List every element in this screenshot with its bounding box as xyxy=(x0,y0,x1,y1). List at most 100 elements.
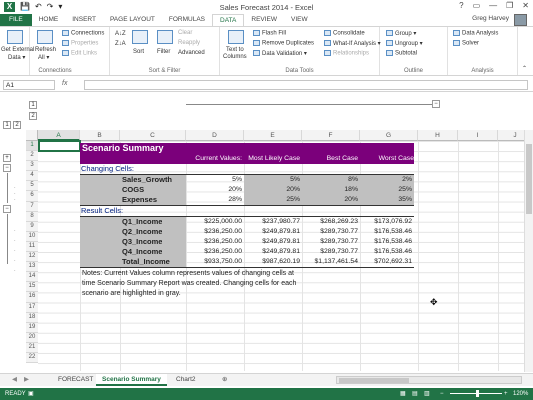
row-group-5-8-collapse[interactable]: − xyxy=(3,164,11,172)
column-header-i[interactable]: I xyxy=(458,130,498,141)
row-outline-level-2[interactable]: 2 xyxy=(29,112,37,120)
sort-button[interactable]: Sort xyxy=(133,49,144,55)
close-icon[interactable]: ✕ xyxy=(522,1,529,10)
col-outline-level-2[interactable]: 2 xyxy=(13,121,21,129)
row-header[interactable]: 13 xyxy=(26,262,38,273)
consolidate-button[interactable]: Consolidate xyxy=(324,30,365,37)
vertical-scroll-thumb[interactable] xyxy=(526,144,532,214)
insert-function-icon[interactable]: fx xyxy=(62,80,67,87)
refresh-all-dropdown[interactable]: All ▾ xyxy=(38,54,49,61)
zoom-level[interactable]: 120% xyxy=(513,388,528,400)
tab-file[interactable]: FILE xyxy=(0,14,32,26)
data-validation-button[interactable]: Data Validation ▾ xyxy=(253,50,307,57)
data-analysis-button[interactable]: Data Analysis xyxy=(453,30,498,37)
sheet-tab-forecast[interactable]: FORECAST xyxy=(52,374,99,386)
refresh-all-button[interactable]: Refresh xyxy=(35,47,56,53)
page-break-view-icon[interactable]: ▥ xyxy=(424,388,430,400)
tab-home[interactable]: HOME xyxy=(32,14,66,26)
ungroup-button[interactable]: Ungroup ▾ xyxy=(386,40,423,47)
minimize-icon[interactable]: — xyxy=(489,1,497,10)
column-header-d[interactable]: D xyxy=(186,130,244,141)
restore-icon[interactable]: ❐ xyxy=(506,1,513,10)
tab-formulas[interactable]: FORMULAS xyxy=(162,14,212,26)
tab-insert[interactable]: INSERT xyxy=(65,14,103,26)
zoom-out-icon[interactable]: − xyxy=(440,388,444,400)
column-header-e[interactable]: E xyxy=(244,130,302,141)
row-header[interactable]: 18 xyxy=(26,312,38,323)
relationships-button[interactable]: Relationships xyxy=(324,50,369,57)
row-header[interactable]: 5 xyxy=(26,181,38,192)
solver-button[interactable]: Solver xyxy=(453,40,479,47)
remove-duplicates-button[interactable]: Remove Duplicates xyxy=(253,40,314,47)
clear-button[interactable]: Clear xyxy=(178,30,192,36)
reapply-button[interactable]: Reapply xyxy=(178,40,200,46)
col-outline-level-1[interactable]: 1 xyxy=(3,121,11,129)
row-header[interactable]: 8 xyxy=(26,211,38,222)
horizontal-scrollbar[interactable] xyxy=(336,376,522,384)
vertical-scrollbar[interactable] xyxy=(524,130,533,372)
row-header[interactable]: 3 xyxy=(26,161,38,172)
column-header-b[interactable]: B xyxy=(80,130,120,141)
edit-links-button[interactable]: Edit Links xyxy=(62,50,97,57)
horizontal-scroll-thumb[interactable] xyxy=(339,378,409,383)
row-group-9-14-collapse[interactable]: − xyxy=(3,205,11,213)
help-icon[interactable]: ? xyxy=(459,1,463,10)
what-if-analysis-button[interactable]: What-If Analysis ▾ xyxy=(324,40,381,47)
zoom-slider-thumb[interactable] xyxy=(476,390,479,397)
collapse-ribbon-icon[interactable]: ⌃ xyxy=(522,65,527,72)
text-to-columns-button[interactable]: Text to xyxy=(226,47,244,53)
row-header[interactable]: 9 xyxy=(26,221,38,232)
row-header[interactable]: 17 xyxy=(26,302,38,313)
row-outline-level-1[interactable]: 1 xyxy=(29,101,37,109)
tab-review[interactable]: REVIEW xyxy=(244,14,284,26)
row-header[interactable]: 1 xyxy=(26,141,38,152)
column-header-g[interactable]: G xyxy=(360,130,418,141)
ribbon-display-icon[interactable]: ▭ xyxy=(473,1,481,10)
zoom-in-icon[interactable]: + xyxy=(504,388,508,400)
properties-button[interactable]: Properties xyxy=(62,40,98,47)
row-header[interactable]: 6 xyxy=(26,191,38,202)
tab-view[interactable]: VIEW xyxy=(284,14,315,26)
scroll-sheets-right-icon[interactable]: ▶ xyxy=(18,374,35,386)
row-header[interactable]: 10 xyxy=(26,231,38,242)
normal-view-icon[interactable]: ▦ xyxy=(400,388,406,400)
formula-input[interactable] xyxy=(84,80,528,90)
column-header-f[interactable]: F xyxy=(302,130,360,141)
flash-fill-button[interactable]: Flash Fill xyxy=(253,30,286,37)
row-header[interactable]: 14 xyxy=(26,272,38,283)
tab-data[interactable]: DATA xyxy=(212,14,245,26)
page-layout-view-icon[interactable]: ▤ xyxy=(412,388,418,400)
subtotal-button[interactable]: Subtotal xyxy=(386,50,417,57)
sheet-tab-scenario-summary[interactable]: Scenario Summary xyxy=(96,374,167,386)
sort-az-button[interactable]: A↓Z xyxy=(115,31,126,37)
new-sheet-icon[interactable]: ⊕ xyxy=(216,374,233,386)
column-header-h[interactable]: H xyxy=(418,130,458,141)
row-header[interactable]: 20 xyxy=(26,332,38,343)
row-header[interactable]: 7 xyxy=(26,201,38,212)
filter-button[interactable]: Filter xyxy=(157,49,170,55)
row-header[interactable]: 2 xyxy=(26,151,38,162)
user-name[interactable]: Greg Harvey xyxy=(472,15,509,22)
column-header-c[interactable]: C xyxy=(120,130,186,141)
row-group-5-8-toggle[interactable]: + xyxy=(3,154,11,162)
get-external-data-dropdown[interactable]: Data ▾ xyxy=(8,54,25,61)
name-box[interactable]: A1 xyxy=(3,80,55,90)
row-header[interactable]: 16 xyxy=(26,292,38,303)
row-header[interactable]: 4 xyxy=(26,171,38,182)
group-button[interactable]: Group ▾ xyxy=(386,30,416,37)
connections-button[interactable]: Connections xyxy=(62,30,104,37)
row-header[interactable]: 15 xyxy=(26,282,38,293)
sheet-tab-chart2[interactable]: Chart2 xyxy=(170,374,202,386)
active-cell-a1[interactable] xyxy=(38,140,81,152)
select-all-corner[interactable] xyxy=(26,130,38,141)
row-header[interactable]: 12 xyxy=(26,252,38,263)
advanced-button[interactable]: Advanced xyxy=(178,50,205,56)
row-header[interactable]: 21 xyxy=(26,342,38,353)
row-header[interactable]: 11 xyxy=(26,241,38,253)
sort-za-button[interactable]: Z↓A xyxy=(115,41,126,47)
row-header[interactable]: 19 xyxy=(26,322,38,333)
row-header[interactable]: 22 xyxy=(26,352,38,364)
avatar[interactable] xyxy=(514,14,527,26)
tab-page-layout[interactable]: PAGE LAYOUT xyxy=(103,14,162,26)
column-group-collapse-button[interactable]: − xyxy=(432,100,440,108)
